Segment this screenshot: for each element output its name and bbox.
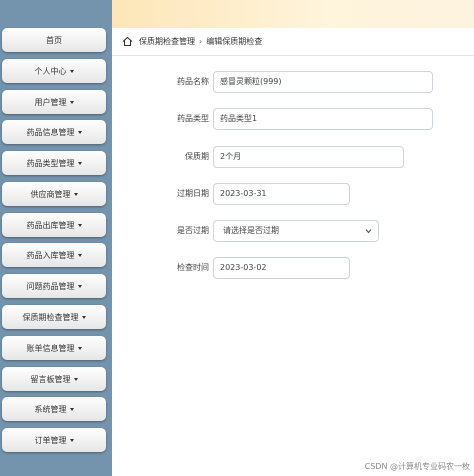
- caret-down-icon: [73, 192, 78, 196]
- caret-down-icon: [69, 407, 74, 411]
- drug-type-label: 药品类型: [177, 114, 209, 123]
- sidebar-item-label: 药品信息管理: [26, 127, 75, 137]
- sidebar-item-drug-info-management[interactable]: 药品信息管理: [2, 120, 106, 144]
- form-row-drug-name: 药品名称 感冒灵颗粒(999): [112, 71, 474, 93]
- form-row-check-time: 检查时间 2023-03-02: [112, 257, 474, 279]
- sidebar-item-drug-type-management[interactable]: 药品类型管理: [2, 151, 106, 175]
- is-expired-label: 是否过期: [177, 226, 209, 235]
- breadcrumb-parent[interactable]: 保质期检查管理: [139, 36, 195, 47]
- sidebar-item-drug-outbound-management[interactable]: 药品出库管理: [2, 213, 106, 237]
- shelf-life-label: 保质期: [185, 152, 209, 161]
- home-icon[interactable]: [122, 36, 133, 47]
- expiry-date-input[interactable]: 2023-03-31: [213, 183, 350, 205]
- drug-type-input[interactable]: 药品类型1: [213, 108, 433, 130]
- sidebar-item-label: 账单信息管理: [26, 343, 75, 353]
- is-expired-select[interactable]: 请选择是否过期: [213, 220, 379, 242]
- expiry-date-label: 过期日期: [177, 189, 209, 198]
- sidebar-item-label: 保质期检查管理: [22, 312, 79, 322]
- check-time-input[interactable]: 2023-03-02: [213, 257, 350, 279]
- caret-down-icon: [77, 346, 82, 350]
- form-row-shelf-life: 保质期 2个月: [112, 146, 474, 168]
- sidebar-item-message-board-management[interactable]: 留言板管理: [2, 367, 106, 391]
- drug-name-label: 药品名称: [177, 77, 209, 86]
- check-time-label: 检查时间: [177, 263, 209, 272]
- sidebar-item-supplier-management[interactable]: 供应商管理: [2, 182, 106, 206]
- sidebar-item-label: 首页: [46, 35, 62, 45]
- watermark: CSDN @计算机专业码农一枚: [364, 462, 470, 471]
- sidebar-item-personal-center[interactable]: 个人中心: [2, 59, 106, 83]
- caret-down-icon: [69, 438, 74, 442]
- sidebar-item-label: 药品入库管理: [26, 250, 75, 260]
- sidebar-item-label: 药品类型管理: [26, 158, 75, 168]
- sidebar-item-home[interactable]: 首页: [2, 28, 106, 52]
- chevron-down-icon: [365, 229, 372, 234]
- top-header-bar: [112, 0, 474, 28]
- is-expired-select-value: 请选择是否过期: [223, 226, 279, 235]
- caret-down-icon: [77, 223, 82, 227]
- breadcrumb: 保质期检查管理 › 编辑保质期检查: [112, 28, 474, 56]
- sidebar-item-label: 留言板管理: [30, 374, 71, 384]
- sidebar-item-label: 用户管理: [34, 97, 67, 107]
- form-row-is-expired: 是否过期 请选择是否过期: [112, 220, 474, 242]
- sidebar-item-order-management[interactable]: 订单管理: [2, 428, 106, 452]
- caret-down-icon: [73, 377, 78, 381]
- sidebar: 首页 个人中心 用户管理 药品信息管理 药品类型管理 供应商管理 药品出库管理 …: [0, 0, 112, 476]
- sidebar-item-shelf-life-check-management[interactable]: 保质期检查管理: [2, 305, 106, 329]
- form-row-drug-type: 药品类型 药品类型1: [112, 108, 474, 130]
- sidebar-item-system-management[interactable]: 系统管理: [2, 397, 106, 421]
- caret-down-icon: [77, 253, 82, 257]
- caret-down-icon: [69, 69, 74, 73]
- caret-down-icon: [69, 100, 74, 104]
- sidebar-item-bill-info-management[interactable]: 账单信息管理: [2, 336, 106, 360]
- caret-down-icon: [81, 315, 86, 319]
- sidebar-item-drug-inbound-management[interactable]: 药品入库管理: [2, 243, 106, 267]
- form-row-expiry-date: 过期日期 2023-03-31: [112, 183, 474, 205]
- sidebar-item-problem-drug-management[interactable]: 问题药品管理: [2, 274, 106, 298]
- sidebar-item-label: 供应商管理: [30, 189, 71, 199]
- sidebar-item-label: 药品出库管理: [26, 220, 75, 230]
- drug-name-input[interactable]: 感冒灵颗粒(999): [213, 71, 433, 93]
- breadcrumb-separator: ›: [199, 37, 203, 46]
- caret-down-icon: [77, 284, 82, 288]
- shelf-life-input[interactable]: 2个月: [213, 146, 404, 168]
- sidebar-item-label: 订单管理: [34, 435, 67, 445]
- sidebar-item-label: 问题药品管理: [26, 281, 75, 291]
- caret-down-icon: [77, 130, 82, 134]
- caret-down-icon: [77, 161, 82, 165]
- sidebar-item-label: 系统管理: [34, 404, 67, 414]
- breadcrumb-current: 编辑保质期检查: [206, 37, 263, 46]
- sidebar-item-user-management[interactable]: 用户管理: [2, 90, 106, 114]
- sidebar-item-label: 个人中心: [34, 66, 67, 76]
